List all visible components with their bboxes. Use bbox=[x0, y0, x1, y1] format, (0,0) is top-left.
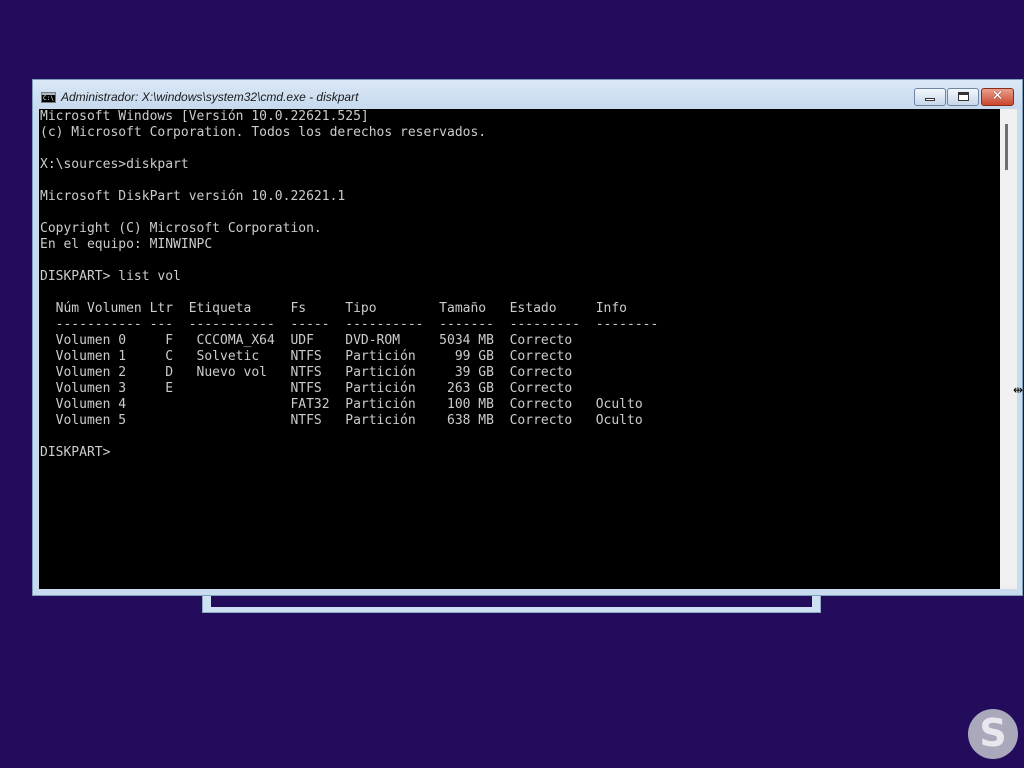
minimize-icon bbox=[925, 98, 935, 101]
console-line: Volumen 0 F CCCOMA_X64 UDF DVD-ROM 5034 … bbox=[40, 333, 573, 348]
console-line: En el equipo: MINWINPC bbox=[40, 237, 213, 252]
cmd-window[interactable]: Administrador: X:\windows\system32\cmd.e… bbox=[32, 79, 1023, 596]
console-text: Microsoft Windows [Versión 10.0.22621.52… bbox=[39, 109, 1000, 461]
close-button[interactable]: ✕ bbox=[981, 88, 1014, 106]
maximize-button[interactable] bbox=[947, 88, 979, 106]
window-title: Administrador: X:\windows\system32\cmd.e… bbox=[61, 90, 359, 104]
setup-window-frame bbox=[202, 594, 821, 613]
console-output[interactable]: Microsoft Windows [Versión 10.0.22621.52… bbox=[39, 109, 1000, 589]
resize-cursor-icon: ⇹ bbox=[1013, 383, 1024, 397]
console-line: Volumen 4 FAT32 Partición 100 MB Correct… bbox=[40, 397, 643, 412]
console-line: Microsoft Windows [Versión 10.0.22621.52… bbox=[40, 109, 369, 124]
console-line: Volumen 2 D Nuevo vol NTFS Partición 39 … bbox=[40, 365, 573, 380]
scrollbar-thumb[interactable] bbox=[1005, 124, 1008, 170]
console-line: Volumen 5 NTFS Partición 638 MB Correcto… bbox=[40, 413, 643, 428]
cmd-icon[interactable] bbox=[41, 92, 56, 103]
console-line: Núm Volumen Ltr Etiqueta Fs Tipo Tamaño … bbox=[40, 301, 627, 316]
console-line: (c) Microsoft Corporation. Todos los der… bbox=[40, 125, 487, 140]
console-line: X:\sources>diskpart bbox=[40, 157, 189, 172]
console-line: DISKPART> list vol bbox=[40, 269, 181, 284]
console-line: Volumen 1 C Solvetic NTFS Partición 99 G… bbox=[40, 349, 573, 364]
close-icon: ✕ bbox=[991, 88, 1004, 104]
console-line: ----------- --- ----------- ----- ------… bbox=[40, 317, 659, 332]
console-line: Volumen 3 E NTFS Partición 263 GB Correc… bbox=[40, 381, 573, 396]
maximize-icon bbox=[958, 92, 969, 101]
console-line: Microsoft DiskPart versión 10.0.22621.1 bbox=[40, 189, 346, 204]
solvetic-logo-icon: S bbox=[968, 709, 1018, 759]
vertical-scrollbar[interactable] bbox=[1000, 109, 1017, 589]
title-bar[interactable]: Administrador: X:\windows\system32\cmd.e… bbox=[33, 80, 1022, 109]
console-line: DISKPART> bbox=[40, 445, 111, 460]
minimize-button[interactable] bbox=[914, 88, 946, 106]
console-line: Copyright (C) Microsoft Corporation. bbox=[40, 221, 322, 236]
